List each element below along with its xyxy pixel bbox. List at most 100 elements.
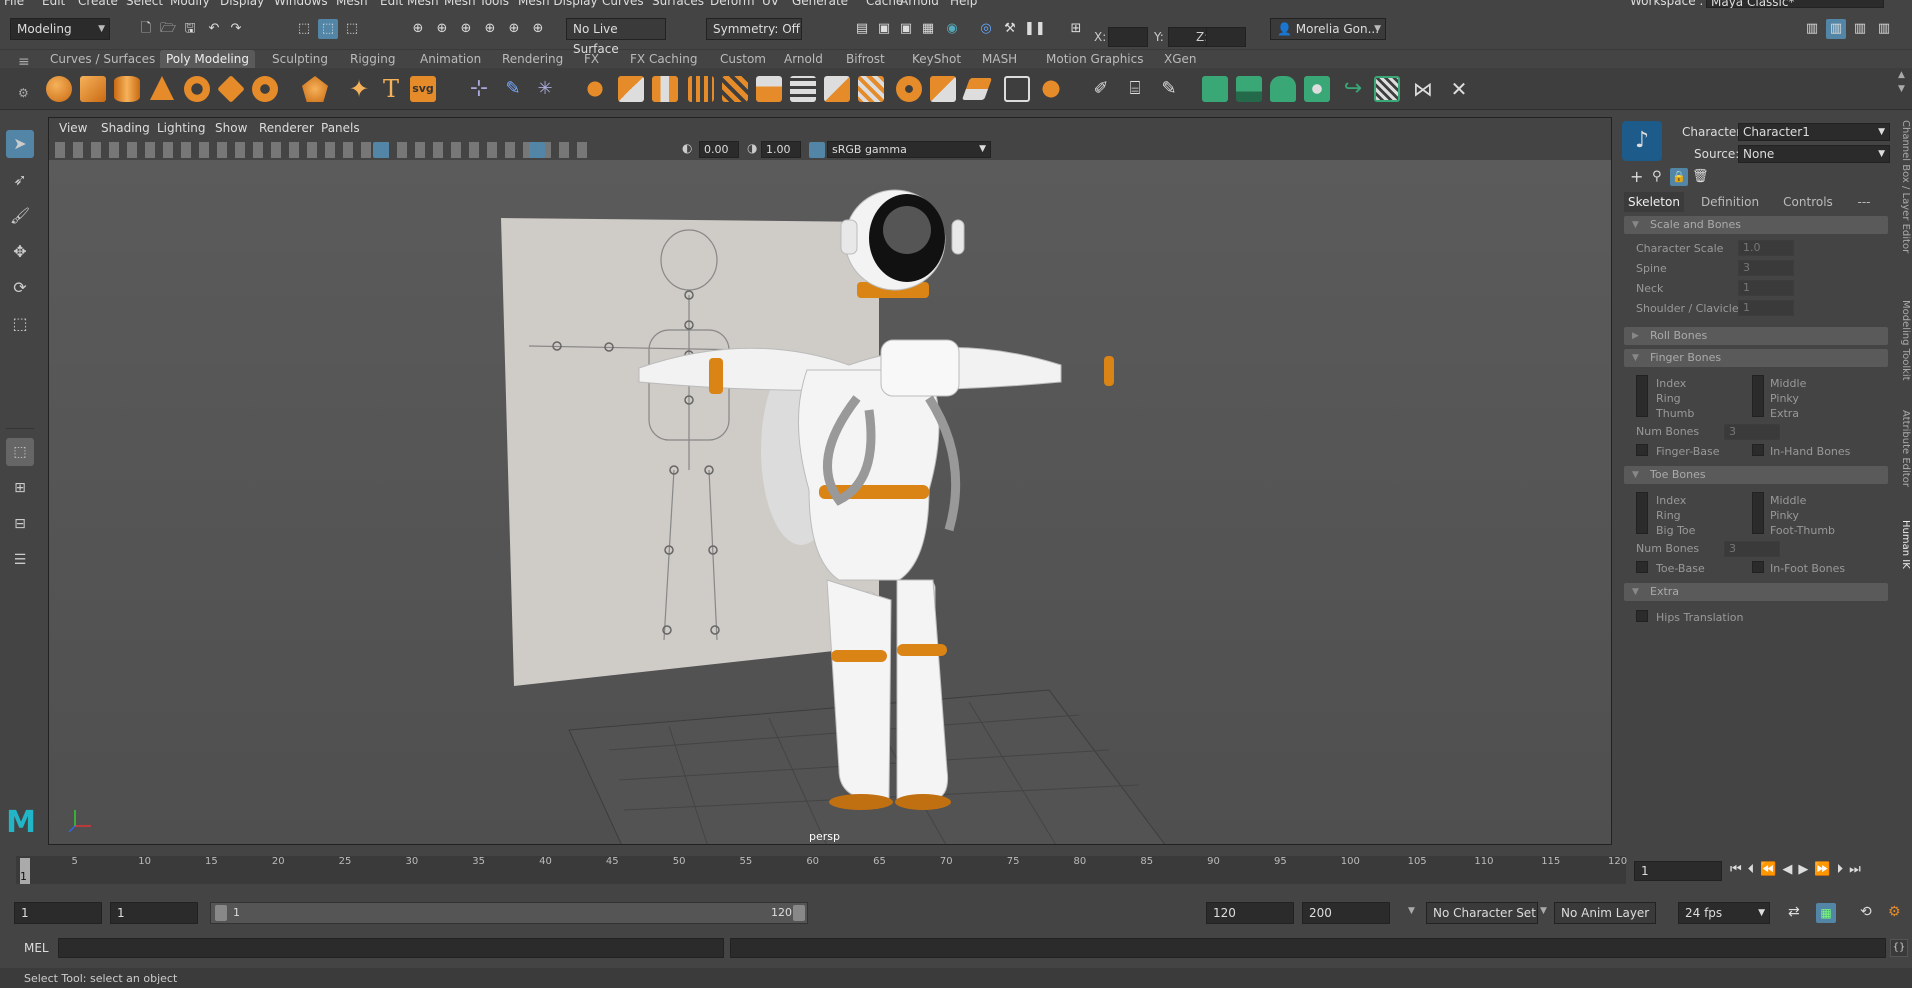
tab-definition[interactable]: Definition xyxy=(1690,192,1770,212)
green-arrow-icon[interactable]: ↪ xyxy=(1340,76,1366,102)
side-tab-human-ik[interactable]: Human IK xyxy=(1900,520,1911,569)
menu-modify[interactable]: Modify xyxy=(170,0,210,8)
go-to-end-icon[interactable]: ⏭ xyxy=(1849,862,1867,877)
shelf-tab-motion-graphics[interactable]: Motion Graphics xyxy=(1040,50,1150,68)
delete-icon[interactable]: 🗑 xyxy=(1692,169,1709,184)
menu-edit[interactable]: Edit xyxy=(42,0,65,8)
finger-base-checkbox[interactable] xyxy=(1636,444,1648,456)
rotate-tool-icon[interactable]: ⟳ xyxy=(6,274,34,302)
menu-cache[interactable]: Cache xyxy=(866,0,903,8)
toe-num-bones-field[interactable]: 3 xyxy=(1724,541,1780,557)
menu-curves[interactable]: Curves xyxy=(602,0,644,8)
live-surface-field[interactable]: No Live Surface xyxy=(566,18,666,56)
menu-create[interactable]: Create xyxy=(78,0,118,8)
section-toe-bones[interactable]: ▼ Toe Bones xyxy=(1624,466,1888,484)
snap-grid-icon[interactable]: ⊕ xyxy=(408,19,428,39)
move-tool-icon[interactable]: ✥ xyxy=(6,238,34,266)
neck-field[interactable]: 1 xyxy=(1738,280,1794,296)
paint-select-icon[interactable]: 🖌 xyxy=(6,202,34,230)
target-weld-icon[interactable] xyxy=(858,76,884,102)
rig-icon[interactable]: ⋈ xyxy=(1410,76,1436,102)
shelf-tab-fx[interactable]: FX xyxy=(578,50,605,68)
vp-menu-lighting[interactable]: Lighting xyxy=(157,121,206,135)
shelf-tab-mash[interactable]: MASH xyxy=(976,50,1023,68)
ipr-render-icon[interactable]: ▣ xyxy=(896,19,916,39)
edit-curve-icon[interactable]: ✎ xyxy=(1156,76,1182,102)
boolean-icon[interactable] xyxy=(961,77,993,101)
go-to-start-icon[interactable]: ⏮ xyxy=(1730,862,1748,877)
planar-map-icon[interactable] xyxy=(1038,76,1064,102)
skeleton-icon[interactable]: ⚲ xyxy=(1652,169,1662,184)
pencil-curve-icon[interactable]: ✐ xyxy=(1088,76,1114,102)
arnold-ipr-icon[interactable]: ⚒ xyxy=(1000,19,1020,39)
poly-cone-icon[interactable] xyxy=(150,76,174,100)
multi-cut-icon[interactable] xyxy=(790,76,816,102)
hypershade-icon[interactable]: ◉ xyxy=(942,19,962,39)
shelf-settings-icon[interactable]: ⚙ xyxy=(18,86,29,100)
vp-menu-show[interactable]: Show xyxy=(215,121,247,135)
shelf-tab-bifrost[interactable]: Bifrost xyxy=(840,50,891,68)
checker-icon[interactable] xyxy=(1374,76,1400,102)
toe-left-checkbox[interactable] xyxy=(1636,492,1648,534)
chevron-down-icon[interactable]: ▼ xyxy=(1408,906,1415,916)
menu-arnold[interactable]: Arnold xyxy=(900,0,939,8)
character-select[interactable]: Character1 ▼ xyxy=(1738,123,1890,141)
current-time-field[interactable]: 1 xyxy=(1634,861,1722,881)
side-tab-channel-box[interactable]: Channel Box / Layer Editor xyxy=(1900,120,1911,253)
poly-cube-icon[interactable] xyxy=(80,76,106,102)
vp-menu-panels[interactable]: Panels xyxy=(321,121,360,135)
arnold-render-icon[interactable]: ◎ xyxy=(976,19,996,39)
platonic-solid-icon[interactable] xyxy=(302,76,328,102)
green-deform-icon[interactable] xyxy=(1304,76,1330,102)
merge-icon[interactable] xyxy=(824,76,850,102)
step-back-key-icon[interactable]: ⏪ xyxy=(1760,862,1782,877)
combine-icon[interactable] xyxy=(582,76,608,102)
attribute-editor-icon[interactable]: ▥ xyxy=(1826,19,1846,39)
poly-torus-icon[interactable] xyxy=(184,76,210,102)
tool-settings-icon[interactable]: ▥ xyxy=(1850,19,1870,39)
undo-icon[interactable]: ↶ xyxy=(204,19,224,39)
character-scale-field[interactable]: 1.0 xyxy=(1738,240,1794,256)
shelf-tab-fx-caching[interactable]: FX Caching xyxy=(624,50,703,68)
range-handle-end[interactable] xyxy=(793,905,805,921)
single-perspective-icon[interactable]: ⬚ xyxy=(6,438,34,466)
tab-skeleton[interactable]: Skeleton xyxy=(1624,192,1684,212)
channel-box-icon[interactable]: ▥ xyxy=(1874,19,1894,39)
section-roll-bones[interactable]: ▶ Roll Bones xyxy=(1624,327,1888,345)
save-scene-icon[interactable]: 🖫 xyxy=(180,19,200,39)
poly-sphere-icon[interactable] xyxy=(46,76,72,102)
shelf-scroll-down-icon[interactable]: ▼ xyxy=(1898,84,1905,94)
menu-file[interactable]: File xyxy=(4,0,24,8)
character-set-select[interactable]: No Character Set xyxy=(1426,902,1538,924)
shoulder-field[interactable]: 1 xyxy=(1738,300,1794,316)
extrude-icon[interactable] xyxy=(652,76,678,102)
menu-display[interactable]: Display xyxy=(220,0,264,8)
gamma-field[interactable]: 1.00 xyxy=(761,141,801,158)
menu-help[interactable]: Help xyxy=(950,0,977,8)
script-editor-icon[interactable]: {} xyxy=(1890,939,1908,957)
snap-view-icon[interactable]: ⊕ xyxy=(480,19,500,39)
select-tool-icon[interactable]: ➤ xyxy=(6,130,34,158)
redo-icon[interactable]: ↷ xyxy=(226,19,246,39)
in-hand-checkbox[interactable] xyxy=(1752,444,1764,456)
vp-menu-shading[interactable]: Shading xyxy=(101,121,150,135)
menuset-select[interactable]: Modeling ▼ xyxy=(10,18,110,40)
select-hierarchy-icon[interactable]: ⬚ xyxy=(294,19,314,39)
side-tab-attribute-editor[interactable]: Attribute Editor xyxy=(1900,410,1911,487)
poly-disc-icon[interactable] xyxy=(252,76,278,102)
cross-icon[interactable]: ✕ xyxy=(1446,76,1472,102)
fps-select[interactable]: 24 fps ▼ xyxy=(1678,902,1770,924)
spine-field[interactable]: 3 xyxy=(1738,260,1794,276)
section-scale-bones[interactable]: ▼ Scale and Bones xyxy=(1624,216,1888,234)
exposure-field[interactable]: 0.00 xyxy=(699,141,739,158)
select-component-icon[interactable]: ⬚ xyxy=(342,19,362,39)
shelf-menu-icon[interactable]: ≡ xyxy=(18,54,30,70)
menu-windows[interactable]: Windows xyxy=(274,0,328,8)
start-time-field[interactable]: 1 xyxy=(14,902,102,924)
outliner-icon[interactable]: ☰ xyxy=(6,546,34,574)
modeling-toolkit-icon[interactable]: ▥ xyxy=(1802,19,1822,39)
play-backward-icon[interactable]: ◀ xyxy=(1782,862,1798,877)
poly-plane-icon[interactable] xyxy=(217,75,245,103)
shelf-tab-keyshot[interactable]: KeyShot xyxy=(906,50,967,68)
tab-more[interactable]: --- xyxy=(1846,192,1882,212)
